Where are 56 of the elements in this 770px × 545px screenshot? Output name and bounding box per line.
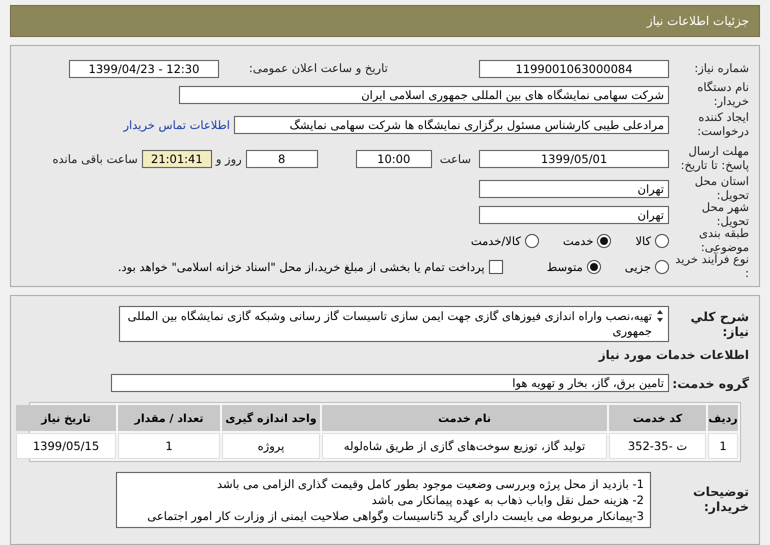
table-cell: 1399/05/15 bbox=[16, 433, 116, 459]
column-header: واحد اندازه گیری bbox=[222, 405, 320, 431]
radio-button[interactable] bbox=[655, 234, 669, 248]
radio-button[interactable] bbox=[655, 260, 669, 274]
column-header: ردیف bbox=[708, 405, 738, 431]
city-field: تهران bbox=[479, 206, 669, 224]
field-label: تاریخ و ساعت اعلان عمومی: bbox=[249, 62, 389, 76]
checkbox[interactable] bbox=[488, 260, 503, 274]
buyer-field: شرکت سهامی نمایشگاه های بین المللی جمهوری اسلامی ایران bbox=[179, 86, 669, 104]
field-label: مهلت ارسال پاسخ: تا تاریخ: bbox=[680, 145, 749, 173]
province-field: تهران bbox=[479, 180, 669, 198]
remaining-time-field: 21:01:41 bbox=[142, 150, 212, 168]
column-header: تعداد / مقدار bbox=[118, 405, 220, 431]
radio-button[interactable] bbox=[524, 234, 539, 248]
requester-field: مرادعلی طیبی کارشناس مسئول برگزاری نمایشگاه ها شرکت سهامی نمایشگ bbox=[234, 116, 669, 134]
field-label: نام دستگاه خریدار: bbox=[696, 81, 749, 109]
radio-button[interactable] bbox=[586, 260, 601, 274]
table-cell: پروژه bbox=[222, 433, 320, 459]
field-label: ایجاد کننده درخواست: bbox=[696, 111, 749, 139]
time-label: ساعت bbox=[440, 152, 471, 166]
field-label: استان محل تحویل: bbox=[694, 175, 749, 202]
section-heading: اطلاعات خدمات مورد نیاز bbox=[597, 347, 749, 364]
column-header: نام خدمت bbox=[322, 405, 607, 431]
deadline-time-field: 10:00 bbox=[356, 150, 432, 168]
option-label: کالا bbox=[635, 234, 651, 248]
need-number-field: 1199001063000084 bbox=[479, 60, 669, 78]
table-cell: 1 bbox=[708, 433, 738, 459]
page-header: جزئیات اطلاعات نیاز bbox=[10, 5, 760, 37]
option-label: متوسط bbox=[546, 260, 583, 274]
description-box[interactable]: تهیه،نصب واراه اندازی فیوزهای گازی جهت ایمن سازی تاسیسات گاز رسانی وشبکه گازی نمایشگاه بین المللی جمهوری bbox=[119, 306, 669, 342]
option-label: کالا/خدمت bbox=[470, 234, 521, 248]
table-cell: تولید گاز، توزیع سوخت‌های گازی از طریق شاه‌لوله bbox=[322, 433, 607, 459]
column-header: تاریخ نیاز bbox=[16, 405, 116, 431]
field-label: طبقه بندی موضوعی: bbox=[698, 227, 749, 254]
contact-link[interactable]: اطلاعات تماس خریدار bbox=[123, 118, 230, 132]
buyer-notes-box: 1- بازدید از محل پرژه وبررسی وضعیت موجود بطور کامل وقیمت گذاری الزامی می باشد 2- هزینه حمل نقل واباب ذهاب به عهده پیمانکار می باشد 3-پیمانکار مربوطه می بایست دارای گرید 5تاسیسات وگواهی صلاحیت ایمنی از وزارت کار امور اجتماعی bbox=[116, 472, 651, 528]
checkbox-label: پرداخت تمام یا بخشی از مبلغ خرید،از محل "اسناد خزانه اسلامی" خواهد بود. bbox=[118, 260, 485, 274]
service-group-field: تامین برق، گاز، بخار و تهویه هوا bbox=[111, 374, 669, 392]
field-label: شهر محل تحویل: bbox=[700, 201, 749, 228]
scroll-arrows-icon[interactable] bbox=[656, 309, 664, 323]
table-cell: ت -35-352 bbox=[609, 433, 706, 459]
field-label: گروه خدمت: bbox=[671, 376, 749, 390]
days-label: روز و bbox=[216, 152, 242, 166]
table-cell: 1 bbox=[118, 433, 220, 459]
announce-date-field: 1399/04/23 - 12:30 bbox=[69, 60, 219, 78]
remaining-label: ساعت باقی مانده bbox=[52, 152, 138, 166]
field-label: شرح کلي نياز: bbox=[690, 309, 749, 339]
deadline-date-field: 1399/05/01 bbox=[479, 150, 669, 168]
column-header: کد خدمت bbox=[609, 405, 706, 431]
radio-button[interactable] bbox=[597, 234, 612, 248]
field-label: توضیحات خریدار: bbox=[692, 484, 749, 514]
field-label: نوع فرآیند خرید : bbox=[674, 253, 749, 281]
option-label: خدمت bbox=[562, 234, 594, 248]
option-label: جزیی bbox=[624, 260, 651, 274]
days-field: 8 bbox=[246, 150, 318, 168]
field-label: شماره نیاز: bbox=[693, 62, 749, 76]
